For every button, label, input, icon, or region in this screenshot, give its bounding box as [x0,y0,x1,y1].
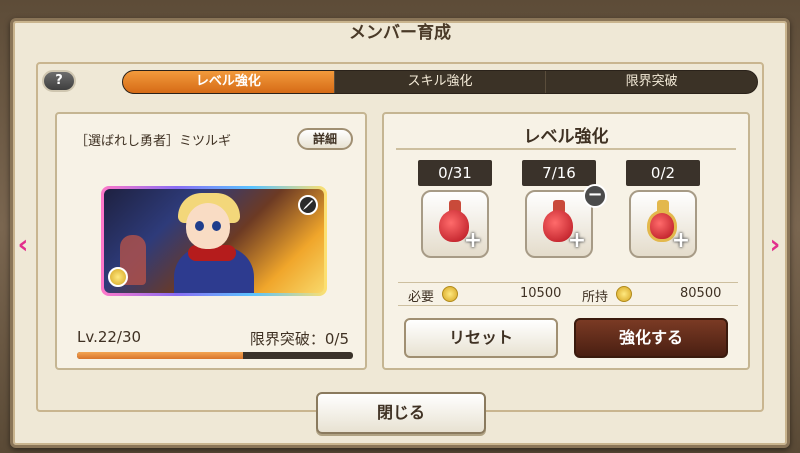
character-panel: ［選ばれし勇者］ミツルギ 詳細 Lv.22/30 限界突破：0/5 [55,112,367,370]
hero-eye-image [212,221,221,231]
sword-badge-icon [298,195,318,215]
character-portrait[interactable] [101,186,327,296]
xp-progress-fill [77,352,243,359]
owned-label: 所持 [582,290,609,305]
enhance-title: レベル強化 [523,127,609,147]
minus-icon[interactable]: − [583,184,607,208]
hero-face-image [186,203,230,249]
help-button[interactable]: ? [42,70,76,92]
plus-icon: + [567,228,587,253]
potion-count-small: 0/31 [418,160,492,186]
divider [396,148,736,150]
tab-level-up[interactable]: レベル強化 [123,71,334,93]
required-label: 必要 [408,290,435,305]
level-text: Lv.22/30 [77,328,142,346]
xp-progress-bar [77,352,353,359]
tab-skill-up[interactable]: スキル強化 [333,71,546,93]
potion-count-large: 0/2 [626,160,700,186]
plus-icon: + [463,228,483,253]
potion-count-medium: 7/16 [522,160,596,186]
potion-slot-large[interactable]: + [629,190,697,258]
required-value: 10500 [520,286,562,301]
dialog-title: メンバー育成 [349,23,451,43]
cost-row: 必要 10500 所持 80500 [398,282,738,306]
coin-icon [442,286,458,302]
coin-badge-icon [108,267,128,287]
owned-value: 80500 [680,286,722,301]
potion-slot-small[interactable]: + [421,190,489,258]
prev-member-arrow-icon[interactable]: ‹ [14,232,32,258]
next-member-arrow-icon[interactable]: › [766,232,784,258]
tab-bar: レベル強化 スキル強化 限界突破 [122,70,758,94]
plus-icon: + [671,228,691,253]
tab-limit-break[interactable]: 限界突破 [545,71,757,93]
level-enhance-panel: レベル強化 0/31 7/16 0/2 + + − + 必要 10500 所持 … [382,112,750,370]
coin-icon [616,286,632,302]
limit-break-text: 限界突破：0/5 [249,330,349,348]
hero-eye-image [195,221,204,231]
character-name: ［選ばれし勇者］ミツルギ [75,134,232,149]
reset-button[interactable]: リセット [404,318,558,358]
enhance-button[interactable]: 強化する [574,318,728,358]
close-button[interactable]: 閉じる [316,392,486,434]
detail-button[interactable]: 詳細 [297,128,353,150]
